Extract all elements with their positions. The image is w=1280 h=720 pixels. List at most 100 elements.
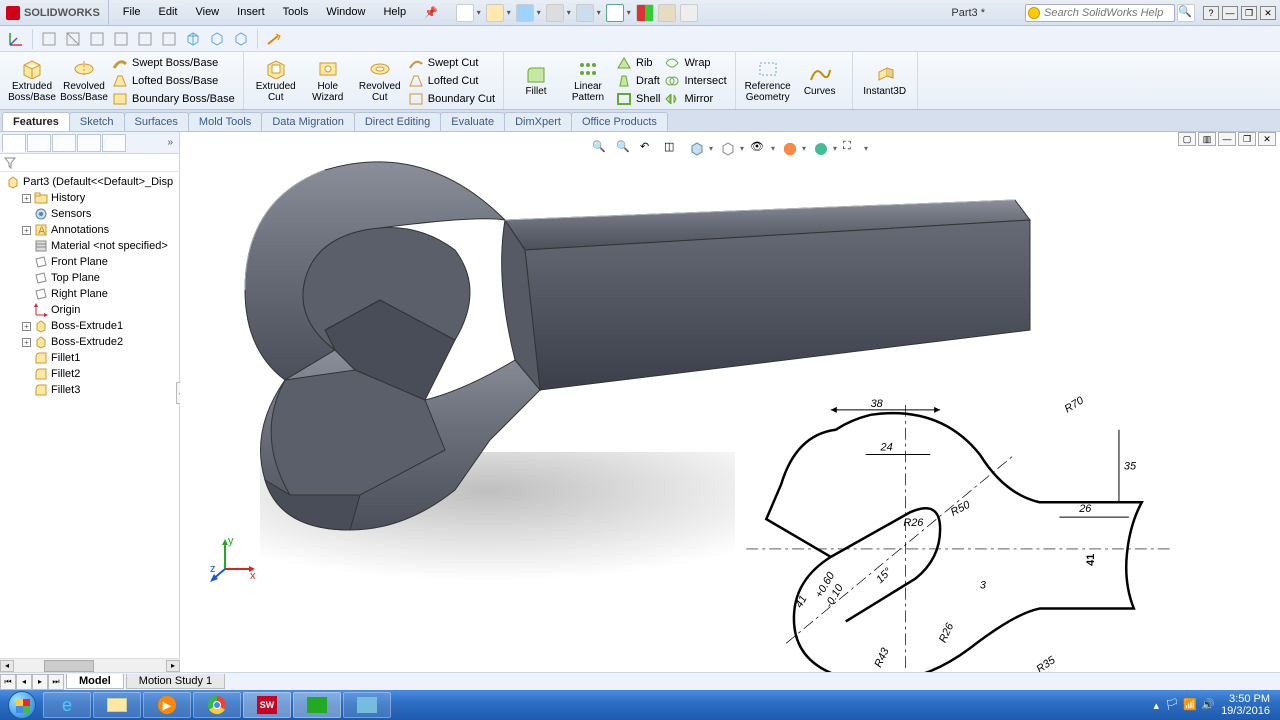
- view-right-icon[interactable]: [111, 29, 131, 49]
- taskbar-chrome[interactable]: [193, 692, 241, 718]
- rebuild-button[interactable]: [636, 4, 654, 22]
- open-doc-button[interactable]: [486, 4, 504, 22]
- tab-first-button[interactable]: ⏮: [0, 674, 16, 690]
- view-left-icon[interactable]: [87, 29, 107, 49]
- tab-next-button[interactable]: ▸: [32, 674, 48, 690]
- swept-boss-button[interactable]: Swept Boss/Base: [110, 54, 237, 72]
- menu-tools[interactable]: Tools: [275, 3, 317, 22]
- view-tri-icon[interactable]: [207, 29, 227, 49]
- mdi-close-button[interactable]: ✕: [1258, 132, 1276, 146]
- taskbar-recorder[interactable]: [293, 692, 341, 718]
- tree-item[interactable]: Fillet3: [0, 382, 179, 398]
- reference-geometry-button[interactable]: Reference Geometry: [742, 54, 794, 108]
- revolved-boss-button[interactable]: Revolved Boss/Base: [58, 54, 110, 108]
- property-manager-tab[interactable]: [27, 134, 51, 152]
- tree-item[interactable]: +AAnnotations: [0, 222, 179, 238]
- tab-evaluate[interactable]: Evaluate: [440, 112, 505, 131]
- filter-bar[interactable]: [0, 154, 179, 172]
- view-di-icon[interactable]: [231, 29, 251, 49]
- tab-mold-tools[interactable]: Mold Tools: [188, 112, 262, 131]
- expand-icon[interactable]: +: [22, 194, 31, 203]
- tab-data-migration[interactable]: Data Migration: [261, 112, 355, 131]
- tree-item[interactable]: Top Plane: [0, 270, 179, 286]
- view-back-icon[interactable]: [63, 29, 83, 49]
- menu-edit[interactable]: Edit: [151, 3, 186, 22]
- tree-item[interactable]: +History: [0, 190, 179, 206]
- tab-model[interactable]: Model: [66, 674, 124, 689]
- tree-item[interactable]: Fillet2: [0, 366, 179, 382]
- linear-pattern-button[interactable]: Linear Pattern: [562, 54, 614, 108]
- fillet-button[interactable]: Fillet: [510, 54, 562, 108]
- help-dropdown-button[interactable]: ?: [1203, 6, 1219, 20]
- curves-button[interactable]: Curves: [794, 54, 846, 108]
- rib-button[interactable]: Rib: [614, 54, 662, 72]
- menu-pin-icon[interactable]: 📌: [416, 3, 446, 22]
- menu-view[interactable]: View: [187, 3, 227, 22]
- normal-to-icon[interactable]: [264, 29, 284, 49]
- tab-motion-study[interactable]: Motion Study 1: [126, 674, 225, 689]
- view-bottom-icon[interactable]: [159, 29, 179, 49]
- expand-icon[interactable]: +: [22, 322, 31, 331]
- draft-button[interactable]: Draft: [614, 72, 662, 90]
- menu-help[interactable]: Help: [375, 3, 414, 22]
- tray-flag-icon[interactable]: 🏳: [1165, 698, 1179, 712]
- select-button[interactable]: [606, 4, 624, 22]
- print-button[interactable]: [546, 4, 564, 22]
- mdi-restore-button[interactable]: ❐: [1238, 132, 1256, 146]
- capture-button[interactable]: [680, 4, 698, 22]
- revolved-cut-button[interactable]: Revolved Cut: [354, 54, 406, 108]
- minimize-button[interactable]: —: [1222, 6, 1238, 20]
- expand-icon[interactable]: +: [22, 226, 31, 235]
- display-manager-tab[interactable]: [102, 134, 126, 152]
- mdi-viewport-split-button[interactable]: ▥: [1198, 132, 1216, 146]
- start-button[interactable]: [2, 690, 42, 720]
- tab-features[interactable]: Features: [2, 112, 70, 131]
- triad-toggle-icon[interactable]: [6, 29, 26, 49]
- dimxpert-manager-tab[interactable]: [77, 134, 101, 152]
- tray-volume-icon[interactable]: 🔊: [1201, 698, 1215, 712]
- taskbar-solidworks[interactable]: SW: [243, 692, 291, 718]
- mirror-button[interactable]: Mirror: [662, 90, 728, 108]
- taskbar-media[interactable]: ▶: [143, 692, 191, 718]
- tab-sketch[interactable]: Sketch: [69, 112, 125, 131]
- tree-item[interactable]: +Boss-Extrude1: [0, 318, 179, 334]
- shell-button[interactable]: Shell: [614, 90, 662, 108]
- tab-dimxpert[interactable]: DimXpert: [504, 112, 572, 131]
- view-iso-icon[interactable]: [183, 29, 203, 49]
- tree-item[interactable]: +Boss-Extrude2: [0, 334, 179, 350]
- intersect-button[interactable]: Intersect: [662, 72, 728, 90]
- extruded-cut-button[interactable]: Extruded Cut: [250, 54, 302, 108]
- tab-office-products[interactable]: Office Products: [571, 112, 668, 131]
- lofted-boss-button[interactable]: Lofted Boss/Base: [110, 72, 237, 90]
- wrap-button[interactable]: Wrap: [662, 54, 728, 72]
- mdi-viewport-single-button[interactable]: ▢: [1178, 132, 1196, 146]
- tree-item[interactable]: Material <not specified>: [0, 238, 179, 254]
- scroll-left-icon[interactable]: ◂: [0, 660, 14, 672]
- tree-item[interactable]: Right Plane: [0, 286, 179, 302]
- mdi-minimize-button[interactable]: —: [1218, 132, 1236, 146]
- menu-file[interactable]: File: [115, 3, 149, 22]
- hole-wizard-button[interactable]: Hole Wizard: [302, 54, 354, 108]
- extruded-boss-button[interactable]: Extruded Boss/Base: [6, 54, 58, 108]
- taskbar-explorer[interactable]: [93, 692, 141, 718]
- taskbar-app[interactable]: [343, 692, 391, 718]
- view-front-icon[interactable]: [39, 29, 59, 49]
- scroll-right-icon[interactable]: ▸: [166, 660, 180, 672]
- view-top-icon[interactable]: [135, 29, 155, 49]
- tray-network-icon[interactable]: 📶: [1183, 698, 1197, 712]
- tab-prev-button[interactable]: ◂: [16, 674, 32, 690]
- system-clock[interactable]: 3:50 PM19/3/2016: [1221, 693, 1270, 717]
- tray-show-hidden-icon[interactable]: ▴: [1154, 699, 1160, 712]
- swept-cut-button[interactable]: Swept Cut: [406, 54, 497, 72]
- maximize-button[interactable]: ❐: [1241, 6, 1257, 20]
- tree-root[interactable]: Part3 (Default<<Default>_Disp: [0, 174, 179, 190]
- tree-item[interactable]: Sensors: [0, 206, 179, 222]
- new-doc-button[interactable]: [456, 4, 474, 22]
- tree-item[interactable]: Fillet1: [0, 350, 179, 366]
- graphics-viewport[interactable]: ▢ ▥ — ❐ ✕ 🔍 🔍 ↶ ◫ 👁 ⛶: [180, 132, 1280, 684]
- scroll-thumb[interactable]: [44, 660, 94, 672]
- tab-direct-editing[interactable]: Direct Editing: [354, 112, 441, 131]
- expand-icon[interactable]: +: [22, 338, 31, 347]
- side-scrollbar[interactable]: ◂ ▸: [0, 658, 180, 672]
- config-manager-tab[interactable]: [52, 134, 76, 152]
